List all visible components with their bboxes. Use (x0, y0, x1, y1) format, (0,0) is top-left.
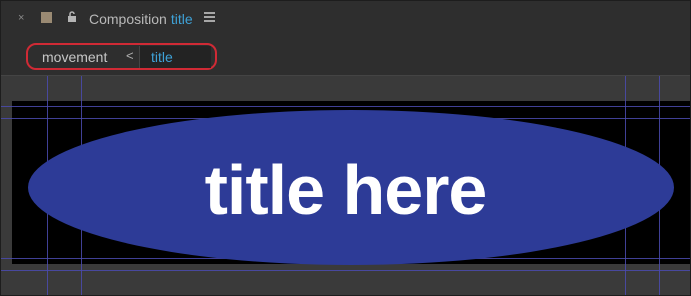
composition-navigator: movement < title (1, 35, 690, 76)
panel-title: Composition title (89, 11, 193, 27)
panel-title-label: Composition (89, 11, 167, 27)
breadcrumb-active-bg (139, 46, 211, 68)
breadcrumb-separator: < (126, 48, 134, 63)
lock-icon[interactable] (67, 11, 77, 25)
breadcrumb-item-movement[interactable]: movement (42, 49, 107, 65)
composition-panel: × Composition title movement < title tit… (0, 0, 691, 296)
breadcrumb-item-title[interactable]: title (151, 49, 173, 65)
composition-name: title (170, 11, 193, 27)
guide-line (1, 106, 690, 107)
panel-tab[interactable]: × Composition title (1, 1, 690, 35)
guide-line (1, 270, 690, 271)
close-icon[interactable]: × (18, 13, 28, 24)
label-color-swatch[interactable] (41, 12, 52, 23)
title-text-layer[interactable]: title here (1, 155, 690, 225)
panel-menu-icon[interactable] (204, 12, 215, 22)
